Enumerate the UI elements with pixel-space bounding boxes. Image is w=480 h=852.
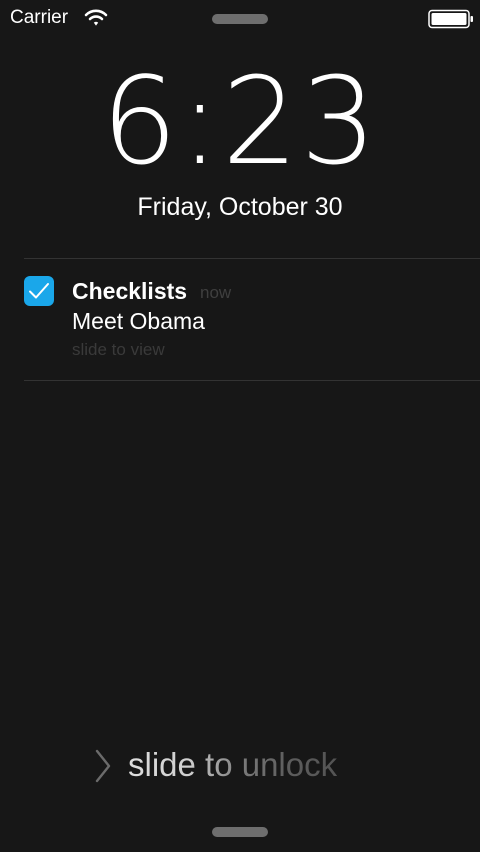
- slide-to-unlock-label: slide to unlock: [128, 746, 338, 783]
- status-bar: Carrier: [0, 0, 480, 36]
- notification-card[interactable]: Checklists now Meet Obama slide to view: [24, 259, 480, 380]
- notification-message: Meet Obama: [72, 308, 205, 334]
- notification-app-name: Checklists: [72, 278, 188, 304]
- chevron-right-icon: [94, 749, 112, 783]
- top-grabber-handle[interactable]: [212, 14, 268, 24]
- notification-divider-bottom: [24, 380, 480, 381]
- bottom-grabber-handle[interactable]: [212, 827, 268, 837]
- battery-icon: [428, 9, 474, 29]
- lock-screen-date: Friday, October 30: [137, 193, 343, 221]
- lock-screen-time: 6:23: [101, 53, 379, 192]
- checkmark-checkbox-icon: [24, 276, 54, 306]
- carrier-name: Carrier: [10, 7, 69, 28]
- notification-timestamp: now: [200, 283, 232, 302]
- wifi-icon: [84, 8, 108, 28]
- notification-slide-to-view: slide to view: [72, 340, 165, 359]
